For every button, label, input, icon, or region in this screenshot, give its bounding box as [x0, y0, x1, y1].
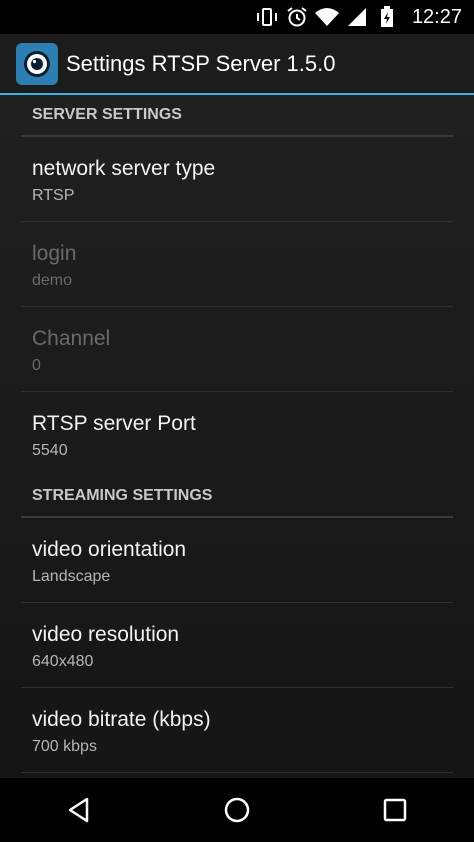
home-button[interactable]: [207, 780, 267, 840]
action-bar: Settings RTSP Server 1.5.0: [0, 34, 474, 93]
navigation-bar: [0, 778, 474, 842]
pref-summary: 5540: [32, 442, 68, 459]
pref-title: video orientation: [32, 538, 187, 561]
pref-video-bitrate[interactable]: video bitrate (kbps) 700 kbps: [0, 688, 474, 772]
pref-title: video bitrate (kbps): [32, 708, 211, 731]
recents-button[interactable]: [365, 780, 425, 840]
pref-title: Channel: [32, 327, 111, 350]
pref-summary: 700 kbps: [32, 738, 97, 755]
pref-summary: demo: [32, 272, 73, 289]
pref-network-server-type[interactable]: network server type RTSP: [0, 137, 474, 221]
back-button[interactable]: [49, 780, 109, 840]
app-logo-icon[interactable]: [16, 42, 58, 85]
signal-icon: [344, 6, 370, 28]
pref-summary: RTSP: [32, 187, 75, 204]
status-clock: 12:27: [411, 5, 462, 28]
recents-icon: [383, 798, 407, 822]
settings-list[interactable]: SERVER SETTINGS network server type RTSP…: [0, 95, 474, 778]
vibrate-icon: [254, 6, 280, 28]
status-bar: 12:27: [0, 0, 474, 34]
pref-divider: [21, 772, 453, 773]
pref-summary: Landscape: [32, 568, 111, 585]
wifi-icon: [314, 6, 340, 28]
section-header-server-settings: SERVER SETTINGS: [32, 106, 182, 123]
pref-login: login demo: [0, 222, 474, 306]
pref-title: video resolution: [32, 623, 180, 646]
pref-summary: 0: [32, 357, 41, 374]
page-title: Settings RTSP Server 1.5.0: [66, 50, 336, 76]
home-icon: [224, 797, 250, 823]
pref-summary: 640x480: [32, 653, 94, 670]
pref-title: RTSP server Port: [32, 412, 196, 435]
pref-rtsp-server-port[interactable]: RTSP server Port 5540: [0, 392, 474, 476]
pref-video-orientation[interactable]: video orientation Landscape: [0, 518, 474, 602]
alarm-icon: [284, 6, 310, 28]
section-header-streaming-settings: STREAMING SETTINGS: [32, 487, 213, 504]
pref-title: login: [32, 242, 77, 265]
pref-title: network server type: [32, 157, 216, 180]
back-icon: [68, 797, 89, 823]
pref-video-resolution[interactable]: video resolution 640x480: [0, 603, 474, 687]
pref-channel: Channel 0: [0, 307, 474, 391]
battery-icon: [374, 6, 400, 28]
